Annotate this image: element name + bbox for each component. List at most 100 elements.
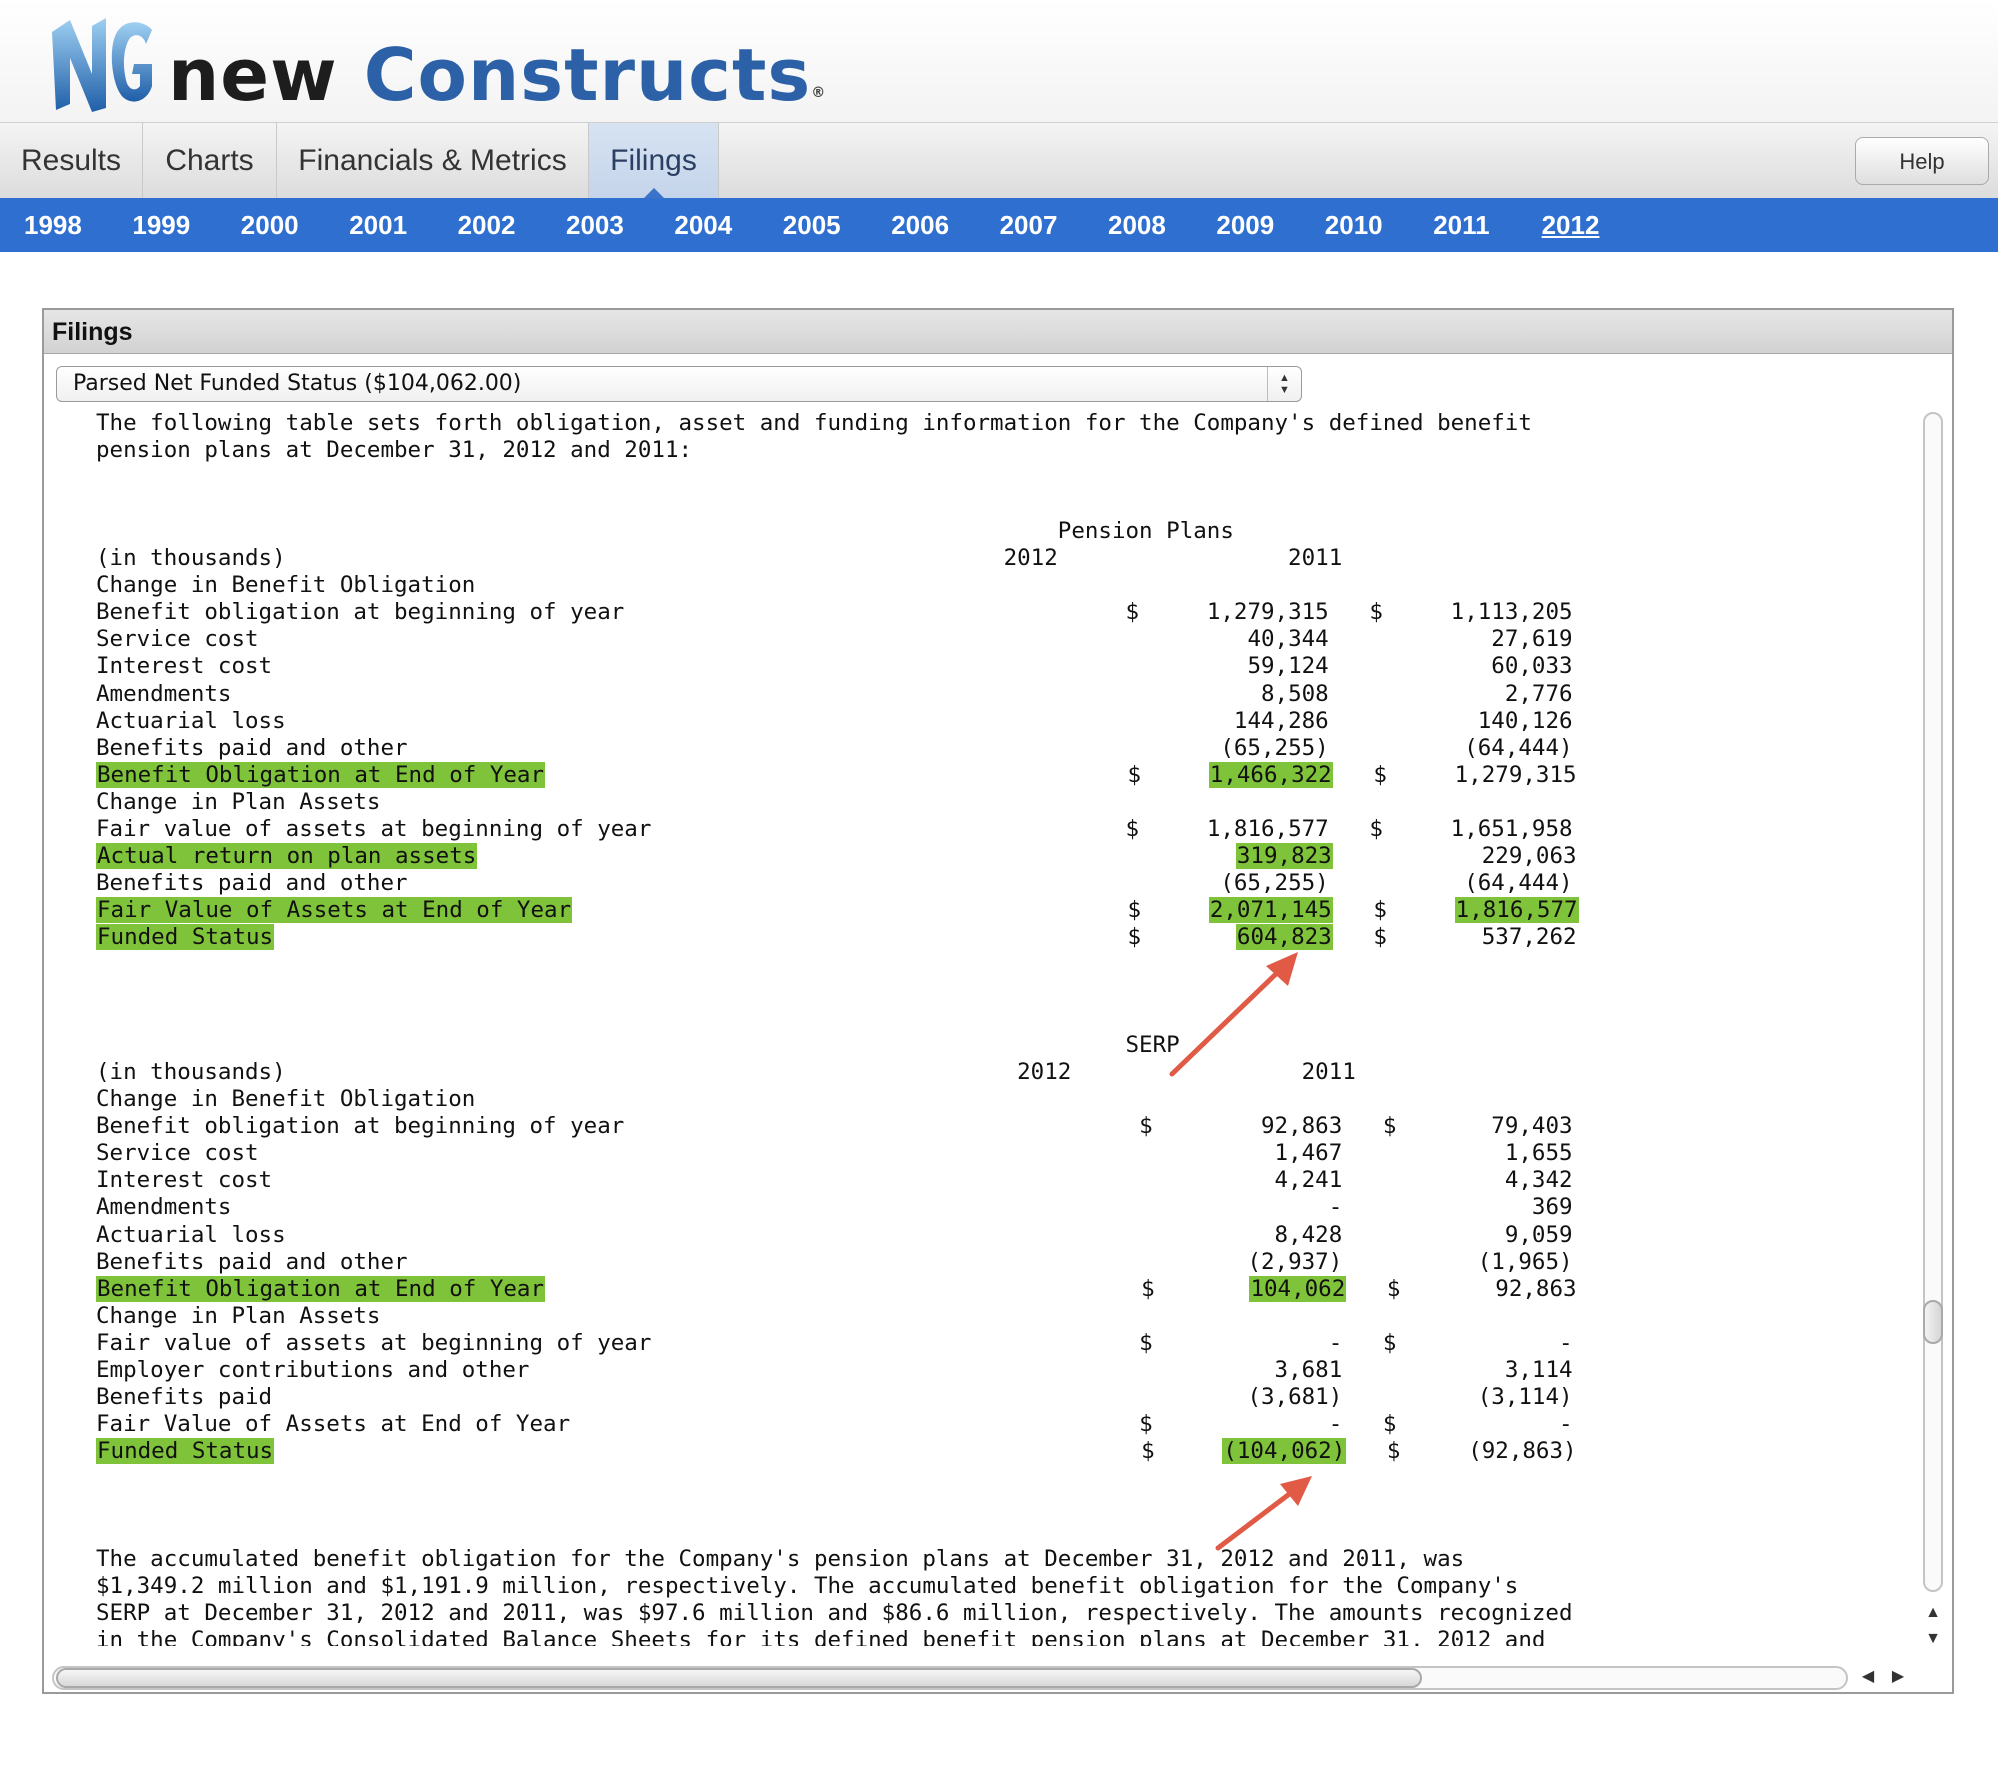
row-label: Interest cost: [96, 1167, 273, 1194]
value-cell-2011: 1,113,205: [1450, 599, 1573, 626]
table-row: Benefit Obligation at End of Year $ 1,46…: [96, 761, 1577, 789]
year-link-2010[interactable]: 2010: [1325, 198, 1383, 252]
tab-results[interactable]: Results: [0, 123, 143, 199]
value-cell-2011: 79,403: [1491, 1113, 1573, 1140]
row-label: Amendments: [96, 680, 232, 707]
year-link-2003[interactable]: 2003: [566, 198, 624, 252]
year-link-1999[interactable]: 1999: [132, 198, 190, 252]
doc-text-line: SERP: [96, 1032, 1180, 1059]
value-cell-2011: 27,619: [1491, 626, 1573, 653]
filing-section-select[interactable]: Parsed Net Funded Status ($104,062.00) ▲…: [56, 366, 1302, 402]
doc-text-line: SERP at December 31, 2012 and 2011, was …: [96, 1600, 1573, 1627]
vertical-scroll-track[interactable]: [1923, 412, 1943, 1592]
horizontal-scrollbar[interactable]: ◀ ▶: [52, 1662, 1918, 1692]
year-link-2007[interactable]: 2007: [1000, 198, 1058, 252]
doc-text-line: pension plans at December 31, 2012 and 2…: [96, 437, 693, 464]
year-link-2002[interactable]: 2002: [458, 198, 516, 252]
table-row: Benefits paid (3,681) (3,114): [96, 1384, 1573, 1411]
currency-symbol: $: [1125, 815, 1140, 842]
value-cell-2011: 60,033: [1491, 653, 1573, 680]
year-bar: 1998 1999 2000 2001 2002 2003 2004 2005 2006 2007…: [0, 198, 1998, 252]
vertical-scrollbar[interactable]: ▲ ▼: [1918, 406, 1948, 1662]
value-cell-2011: (64,444): [1464, 869, 1573, 896]
value-cell-2012: 104,062: [1249, 1275, 1347, 1302]
scroll-down-icon[interactable]: ▼: [1921, 1628, 1945, 1650]
row-label: Benefit obligation at beginning of year: [96, 599, 625, 626]
value-cell-2011: 369: [1531, 1194, 1573, 1221]
value-cell-2012: (65,255): [1220, 869, 1329, 896]
select-updown-icon: ▲ ▼: [1267, 367, 1301, 401]
table-row: Interest cost 4,241 4,342: [96, 1167, 1573, 1194]
currency-symbol: $: [1369, 815, 1383, 842]
annotation-arrow-serp: [1215, 1476, 1312, 1551]
value-cell-2012: (3,681): [1247, 1383, 1343, 1410]
year-link-2004[interactable]: 2004: [674, 198, 732, 252]
year-link-2006[interactable]: 2006: [891, 198, 949, 252]
brand-wordmark: new Constructs®: [168, 30, 826, 120]
row-label: Amendments: [96, 1194, 232, 1221]
value-cell-2011: (1,965): [1477, 1248, 1573, 1275]
table-row: Fair value of assets at beginning of yea…: [96, 1330, 1573, 1357]
tab-financials-metrics[interactable]: Financials & Metrics: [277, 123, 589, 199]
annotation-arrow-pension: [1169, 952, 1298, 1077]
value-cell-2012: 144,286: [1233, 707, 1329, 734]
row-label: Benefit Obligation at End of Year: [96, 1275, 546, 1302]
row-label: Benefits paid and other: [96, 1248, 408, 1275]
currency-symbol: $: [1127, 923, 1142, 950]
currency-symbol: $: [1141, 1437, 1155, 1464]
table-row: Actuarial loss 8,428 9,059: [96, 1222, 1573, 1249]
year-link-2005[interactable]: 2005: [783, 198, 841, 252]
scroll-up-icon[interactable]: ▲: [1921, 1602, 1945, 1624]
currency-symbol: $: [1382, 1329, 1397, 1356]
help-button[interactable]: Help: [1855, 137, 1989, 185]
value-cell-2011: 4,342: [1504, 1167, 1573, 1194]
row-label: Interest cost: [96, 653, 273, 680]
value-cell-2012: (2,937): [1247, 1248, 1343, 1275]
year-link-2011[interactable]: 2011: [1433, 198, 1489, 252]
value-cell-2012: 319,823: [1235, 842, 1333, 869]
value-cell-2012: 2,071,145: [1208, 896, 1333, 923]
year-link-2000[interactable]: 2000: [241, 198, 299, 252]
value-cell-2011: (64,444): [1464, 734, 1573, 761]
currency-symbol: $: [1141, 1275, 1155, 1302]
value-cell-2011: 1,816,577: [1454, 896, 1579, 923]
year-link-2009[interactable]: 2009: [1216, 198, 1274, 252]
filing-section-select-value: Parsed Net Funded Status ($104,062.00): [73, 371, 522, 396]
brand-word-new: new: [168, 33, 338, 117]
currency-symbol: $: [1139, 1410, 1153, 1437]
table-row: Benefit Obligation at End of Year $ 104,…: [96, 1275, 1577, 1303]
year-link-2012[interactable]: 2012: [1542, 198, 1600, 252]
value-cell-2011: 229,063: [1481, 842, 1577, 869]
scroll-left-icon[interactable]: ◀: [1856, 1666, 1880, 1688]
value-cell-2011: 537,262: [1481, 923, 1577, 950]
row-label: Fair value of assets at beginning of yea…: [96, 815, 652, 842]
currency-symbol: $: [1386, 1275, 1401, 1302]
year-link-2008[interactable]: 2008: [1108, 198, 1166, 252]
currency-symbol: $: [1382, 1113, 1397, 1140]
value-cell-2011: 3,114: [1504, 1356, 1573, 1383]
value-cell-2012: 1,816,577: [1206, 815, 1329, 842]
tab-charts[interactable]: Charts: [143, 123, 277, 199]
scroll-right-icon[interactable]: ▶: [1886, 1666, 1910, 1688]
value-cell-2012: 59,124: [1247, 653, 1329, 680]
value-cell-2011: 1,655: [1504, 1140, 1573, 1167]
doc-text-line: in the Company's Consolidated Balance Sh…: [96, 1627, 1546, 1646]
value-cell-2012: (104,062): [1222, 1437, 1347, 1464]
currency-symbol: $: [1373, 923, 1387, 950]
value-cell-2011: 1,651,958: [1450, 815, 1573, 842]
table-row: Service cost 40,344 27,619: [96, 626, 1573, 653]
table-row: Benefit obligation at beginning of year …: [96, 1113, 1573, 1140]
value-cell-2012: 92,863: [1261, 1113, 1343, 1140]
row-label: Funded Status: [96, 923, 275, 950]
horizontal-scroll-thumb[interactable]: [56, 1668, 1422, 1688]
row-label: Benefits paid and other: [96, 869, 408, 896]
vertical-scroll-thumb[interactable]: [1923, 1300, 1943, 1344]
value-cell-2012: 8,428: [1274, 1221, 1343, 1248]
year-link-1998[interactable]: 1998: [24, 198, 82, 252]
filing-text: The following table sets forth obligatio…: [96, 410, 1956, 1646]
tab-filings[interactable]: Filings: [589, 123, 719, 200]
currency-symbol: $: [1125, 599, 1140, 626]
year-link-2001[interactable]: 2001: [349, 198, 407, 252]
doc-text-line: The following table sets forth obligatio…: [96, 410, 1532, 436]
value-cell-2012: 3,681: [1274, 1356, 1343, 1383]
